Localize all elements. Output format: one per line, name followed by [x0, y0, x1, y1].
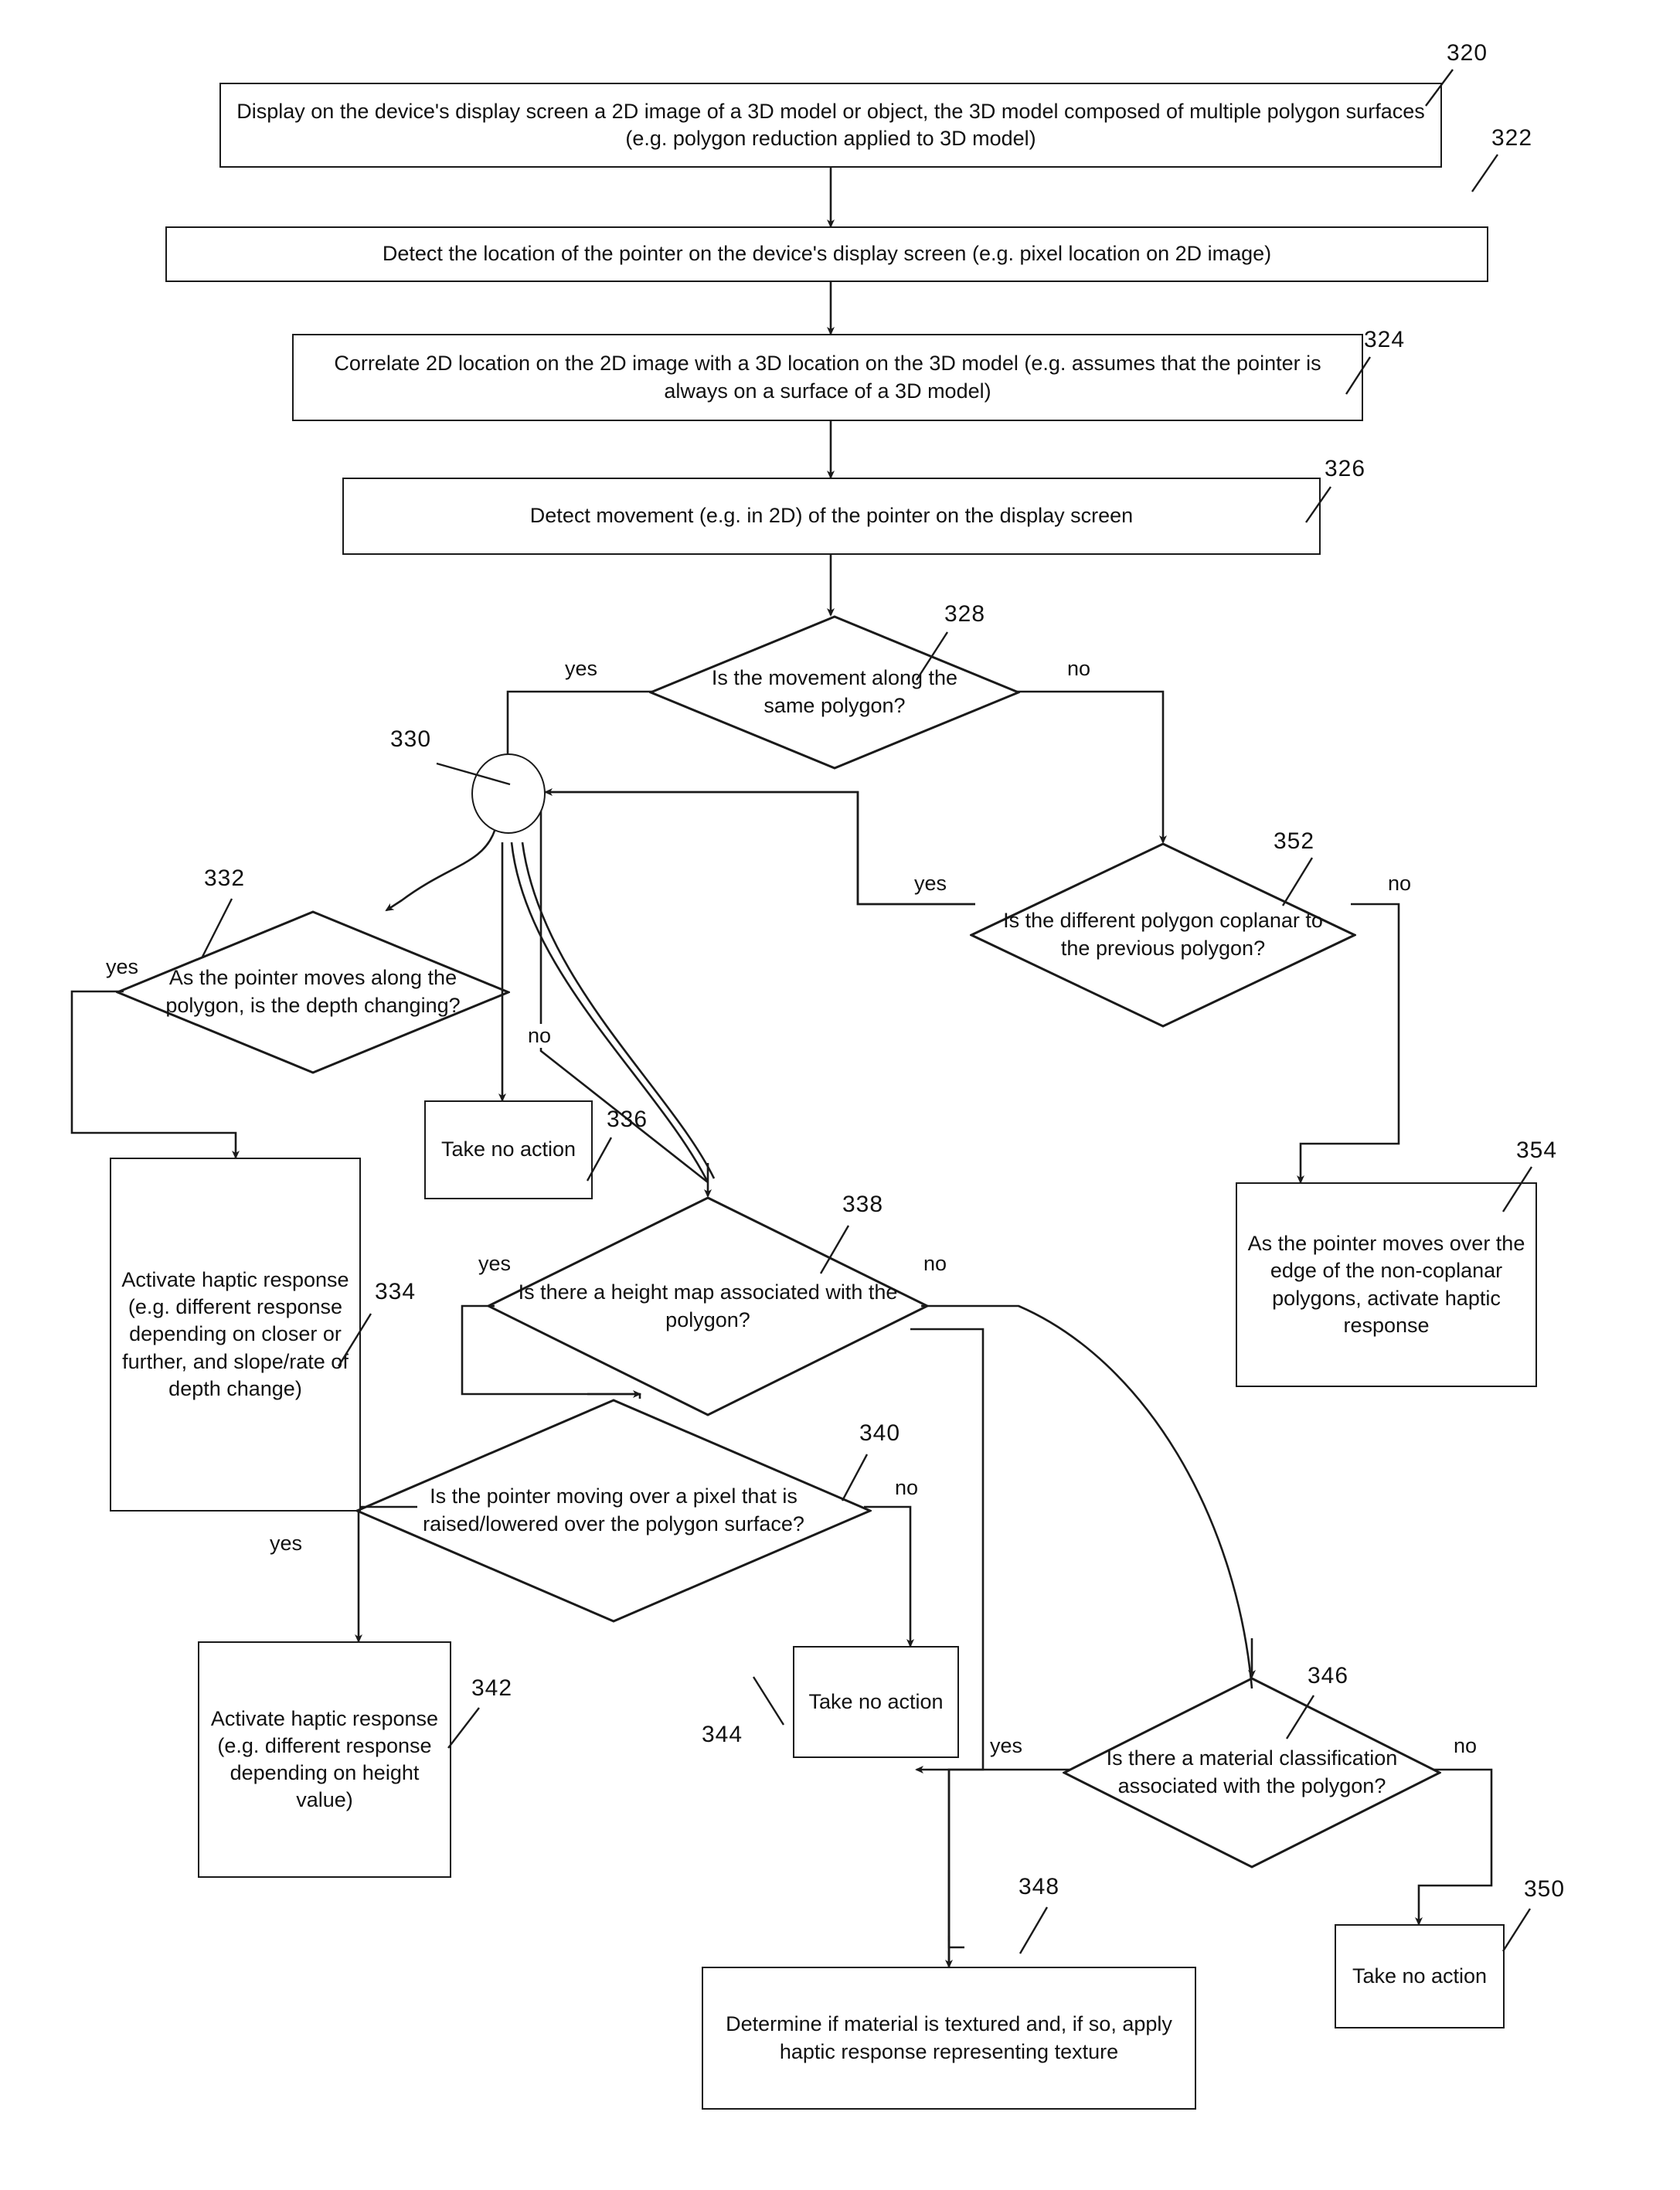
ref-label-348: 348 — [1019, 1874, 1060, 1899]
decision-328-text: Is the movement along the same polygon? — [711, 666, 958, 717]
process-box-326-text: Detect movement (e.g. in 2D) of the poin… — [529, 504, 1134, 528]
decision-338-text: Is there a height map associated with th… — [518, 1280, 898, 1331]
process-box-342-text: Activate haptic response (e.g. different… — [210, 1706, 439, 1812]
process-box-344: Take no action — [793, 1646, 959, 1758]
decision-352-text: Is the different polygon coplanar to the… — [1003, 909, 1323, 960]
edge-328yes-330 — [504, 690, 672, 767]
edge-328no-352 — [997, 690, 1167, 844]
edge-label-338-yes: yes — [476, 1252, 514, 1276]
edge-label-346-yes: yes — [988, 1734, 1025, 1758]
ref-label-332: 332 — [204, 865, 246, 891]
flowchart-sheet: Display on the device's display screen a… — [0, 0, 1680, 2190]
process-box-350: Take no action — [1335, 1924, 1505, 2028]
ref-label-338: 338 — [842, 1192, 884, 1217]
decision-340-text: Is the pointer moving over a pixel that … — [423, 1484, 804, 1535]
process-box-334: Activate haptic response (e.g. different… — [110, 1158, 361, 1512]
decision-328: Is the movement along the same polygon? — [649, 615, 1020, 770]
decision-340: Is the pointer moving over a pixel that … — [355, 1399, 872, 1623]
ref-label-352: 352 — [1274, 828, 1315, 854]
edge-346yes-348 — [947, 1768, 1070, 1949]
ref-label-326: 326 — [1325, 456, 1366, 481]
edge-label-328-yes: yes — [563, 657, 600, 681]
ref-label-324: 324 — [1364, 327, 1406, 352]
ref-label-354: 354 — [1516, 1138, 1558, 1163]
decision-346: Is there a material classification assoc… — [1063, 1677, 1441, 1869]
process-box-322-text: Detect the location of the pointer on th… — [382, 242, 1272, 266]
edge-label-346-no: no — [1451, 1734, 1480, 1758]
process-box-324: Correlate 2D location on the 2D image wi… — [292, 334, 1363, 421]
ref-label-330: 330 — [390, 726, 432, 752]
process-box-326: Detect movement (e.g. in 2D) of the poin… — [342, 478, 1321, 555]
process-box-324-text: Correlate 2D location on the 2D image wi… — [334, 352, 1321, 403]
process-box-342: Activate haptic response (e.g. different… — [198, 1641, 451, 1878]
process-box-354: As the pointer moves over the edge of th… — [1236, 1182, 1537, 1387]
connector-node-330 — [471, 753, 546, 834]
process-box-348: Determine if material is textured and, i… — [702, 1967, 1196, 2110]
process-box-320: Display on the device's display screen a… — [219, 83, 1442, 168]
edge-label-332-yes: yes — [104, 955, 141, 979]
process-box-348-text: Determine if material is textured and, i… — [726, 2012, 1172, 2063]
edge-label-338-no: no — [921, 1252, 950, 1276]
process-box-354-text: As the pointer moves over the edge of th… — [1247, 1232, 1525, 1337]
process-box-334-text: Activate haptic response (e.g. different… — [121, 1268, 349, 1400]
ref-label-334: 334 — [375, 1279, 417, 1304]
decision-346-text: Is there a material classification assoc… — [1106, 1746, 1398, 1797]
ref-label-344: 344 — [702, 1722, 743, 1747]
ref-label-346: 346 — [1308, 1663, 1349, 1688]
ref-label-342: 342 — [471, 1675, 513, 1701]
edge-label-352-yes: yes — [912, 872, 950, 896]
process-box-344-text: Take no action — [808, 1689, 944, 1713]
decision-332: As the pointer moves along the polygon, … — [116, 910, 510, 1074]
ref-label-340: 340 — [859, 1420, 901, 1446]
process-box-336: Take no action — [424, 1100, 593, 1199]
ref-label-320: 320 — [1447, 40, 1488, 66]
edge-label-328-no: no — [1065, 657, 1093, 681]
edge-330-332 — [385, 830, 496, 912]
ref-label-322: 322 — [1491, 125, 1533, 151]
edge-352yes-330 — [541, 791, 975, 906]
process-box-336-text: Take no action — [440, 1138, 576, 1161]
process-box-350-text: Take no action — [1352, 1964, 1488, 1988]
edge-label-332-no: no — [525, 1024, 554, 1048]
process-box-322: Detect the location of the pointer on th… — [165, 226, 1488, 282]
edge-338no-346 — [921, 1304, 1253, 1689]
ref-label-336: 336 — [607, 1107, 648, 1132]
process-box-320-text: Display on the device's display screen a… — [236, 99, 1425, 150]
decision-338: Is there a height map associated with th… — [487, 1196, 929, 1416]
decision-352: Is the different polygon coplanar to the… — [970, 842, 1356, 1028]
ref-label-350: 350 — [1524, 1876, 1566, 1902]
edge-label-340-yes: yes — [267, 1532, 305, 1556]
edge-label-352-no: no — [1386, 872, 1414, 896]
edge-label-340-no: no — [893, 1476, 921, 1500]
ref-label-328: 328 — [944, 601, 986, 627]
decision-332-text: As the pointer moves along the polygon, … — [165, 966, 461, 1017]
